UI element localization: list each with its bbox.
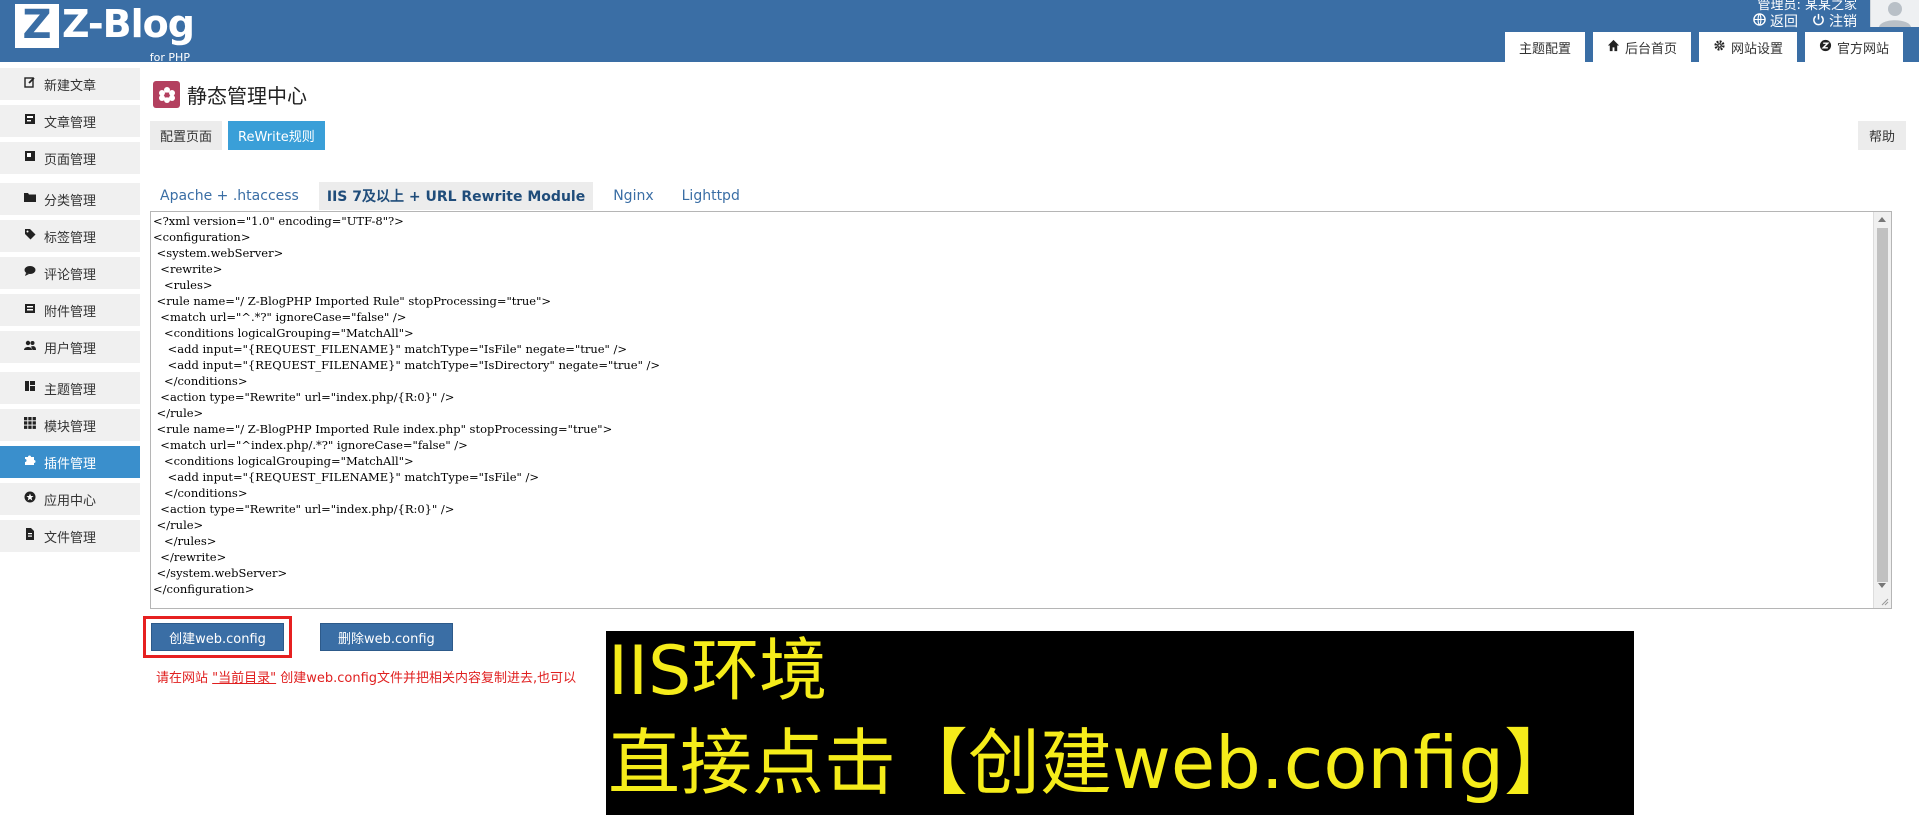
scroll-down-arrow-icon[interactable]	[1878, 583, 1886, 588]
sidebar-item-tags[interactable]: 标签管理	[0, 220, 140, 252]
article-icon	[24, 113, 36, 129]
logo-text: Z-Blog for PHP	[62, 4, 195, 64]
tag-icon	[24, 228, 36, 244]
globe-icon	[1753, 12, 1766, 30]
tab-apache[interactable]: Apache + .htaccess	[152, 182, 307, 210]
avatar-silhouette-icon	[1879, 2, 1911, 27]
create-button-highlight: 创建web.config	[143, 616, 292, 658]
power-icon	[1812, 13, 1825, 30]
sidebar-item-label: 新建文章	[44, 78, 97, 94]
scroll-thumb[interactable]	[1877, 228, 1888, 582]
page-title: 静态管理中心	[187, 84, 307, 108]
tab-admin-home[interactable]: 后台首页	[1592, 32, 1691, 62]
sidebar-item-pages[interactable]: 页面管理	[0, 142, 140, 174]
delete-webconfig-button[interactable]: 删除web.config	[320, 623, 453, 651]
app-center-icon	[24, 491, 36, 507]
tab-site-settings[interactable]: 网站设置	[1698, 32, 1797, 62]
sidebar-item-label: 文章管理	[44, 115, 97, 131]
sidebar-item-categories[interactable]: 分类管理	[0, 183, 140, 215]
tab-theme-config-label: 主题配置	[1518, 41, 1571, 57]
resize-grip-icon[interactable]	[1879, 596, 1889, 606]
tab-config-page[interactable]: 配置页面	[150, 121, 223, 150]
attachment-icon	[24, 302, 36, 318]
tab-iis[interactable]: IIS 7及以上 + URL Rewrite Module	[318, 182, 594, 210]
create-webconfig-button[interactable]: 创建web.config	[151, 623, 284, 651]
home-icon	[1607, 39, 1620, 56]
puzzle-icon	[24, 454, 36, 470]
sidebar-item-themes[interactable]: 主题管理	[0, 372, 140, 404]
sidebar-item-label: 标签管理	[44, 230, 97, 246]
sidebar-item-label: 分类管理	[44, 193, 97, 209]
server-tabs: Apache + .htaccess IIS 7及以上 + URL Rewrit…	[152, 182, 760, 210]
overlay-line-2: 直接点击【创建web.config】	[608, 721, 1577, 805]
overlay-line-1: IIS环境	[608, 632, 828, 711]
theme-icon	[24, 380, 36, 396]
zblog-icon	[1819, 39, 1832, 56]
zblog-logo[interactable]: Z Z-Blog for PHP	[15, 2, 195, 64]
tab-site-settings-label: 网站设置	[1730, 41, 1783, 57]
sidebar-item-users[interactable]: 用户管理	[0, 331, 140, 363]
sidebar-item-articles[interactable]: 文章管理	[0, 105, 140, 137]
sidebar-item-comments[interactable]: 评论管理	[0, 257, 140, 289]
flower-icon	[153, 81, 180, 108]
hint-prefix: 请在网站	[156, 671, 213, 686]
edit-icon	[24, 76, 36, 92]
back-link-label: 返回	[1770, 14, 1798, 30]
tab-lighttpd[interactable]: Lighttpd	[674, 182, 748, 210]
tab-official-site[interactable]: 官方网站	[1804, 32, 1903, 62]
annotation-overlay: IIS环境 直接点击【创建web.config】	[606, 631, 1634, 815]
sidebar-item-label: 应用中心	[44, 493, 97, 509]
sidebar-item-app-center[interactable]: 应用中心	[0, 483, 140, 515]
users-icon	[24, 339, 36, 355]
hint-text: 请在网站 "当前目录" 创建web.config文件并把相关内容复制进去,也可以	[156, 667, 576, 686]
sidebar-item-attachments[interactable]: 附件管理	[0, 294, 140, 326]
top-header: Z Z-Blog for PHP 管理员: 某某之家 返回 注销 主题配置 后台…	[0, 0, 1919, 64]
gear-icon	[1713, 39, 1726, 56]
sidebar-item-label: 文件管理	[44, 530, 97, 546]
tab-admin-home-label: 后台首页	[1624, 41, 1677, 57]
sidebar-item-label: 页面管理	[44, 152, 97, 168]
page-title-area: 静态管理中心	[153, 80, 307, 109]
folder-icon	[24, 191, 36, 207]
sidebar-item-new-article[interactable]: 新建文章	[0, 68, 140, 100]
subtabs: 配置页面 ReWrite规则	[150, 121, 325, 150]
sidebar-item-label: 主题管理	[44, 382, 97, 398]
logout-link[interactable]: 注销	[1812, 11, 1857, 31]
logo-mark: Z	[15, 2, 59, 48]
sidebar-item-files[interactable]: 文件管理	[0, 520, 140, 552]
comment-icon	[24, 265, 36, 281]
rewrite-code-textarea[interactable]: <?xml version="1.0" encoding="UTF-8"?> <…	[150, 211, 1892, 609]
current-directory-link[interactable]: "当前目录"	[212, 671, 276, 686]
scroll-up-arrow-icon[interactable]	[1878, 217, 1886, 222]
logout-link-label: 注销	[1829, 14, 1857, 30]
sidebar-item-label: 插件管理	[44, 456, 97, 472]
top-links: 返回 注销	[1753, 11, 1857, 31]
vertical-scrollbar[interactable]	[1873, 212, 1891, 608]
avatar[interactable]	[1870, 0, 1919, 27]
back-link[interactable]: 返回	[1753, 11, 1798, 31]
tab-official-site-label: 官方网站	[1836, 41, 1889, 57]
sidebar-item-label: 附件管理	[44, 304, 97, 320]
header-nav-tabs: 主题配置 后台首页 网站设置 官方网站	[1504, 32, 1903, 62]
sidebar-item-modules[interactable]: 模块管理	[0, 409, 140, 441]
sidebar-item-plugins[interactable]: 插件管理	[0, 446, 140, 478]
hint-suffix: 创建web.config文件并把相关内容复制进去,也可以	[276, 671, 577, 686]
tab-rewrite-rules[interactable]: ReWrite规则	[228, 121, 325, 150]
tab-nginx[interactable]: Nginx	[605, 182, 661, 210]
sidebar: 新建文章 文章管理 页面管理 分类管理 标签管理 评论管理 附件管理 用户管理 …	[0, 68, 140, 557]
file-icon	[24, 528, 36, 544]
sidebar-item-label: 评论管理	[44, 267, 97, 283]
sidebar-item-label: 用户管理	[44, 341, 97, 357]
page-icon	[24, 150, 36, 166]
logo-subtitle: for PHP	[149, 51, 190, 64]
help-button[interactable]: 帮助	[1857, 121, 1906, 150]
tab-theme-config[interactable]: 主题配置	[1504, 32, 1585, 62]
grid-icon	[24, 417, 36, 433]
rewrite-code-text: <?xml version="1.0" encoding="UTF-8"?> <…	[153, 214, 661, 596]
sidebar-item-label: 模块管理	[44, 419, 97, 435]
